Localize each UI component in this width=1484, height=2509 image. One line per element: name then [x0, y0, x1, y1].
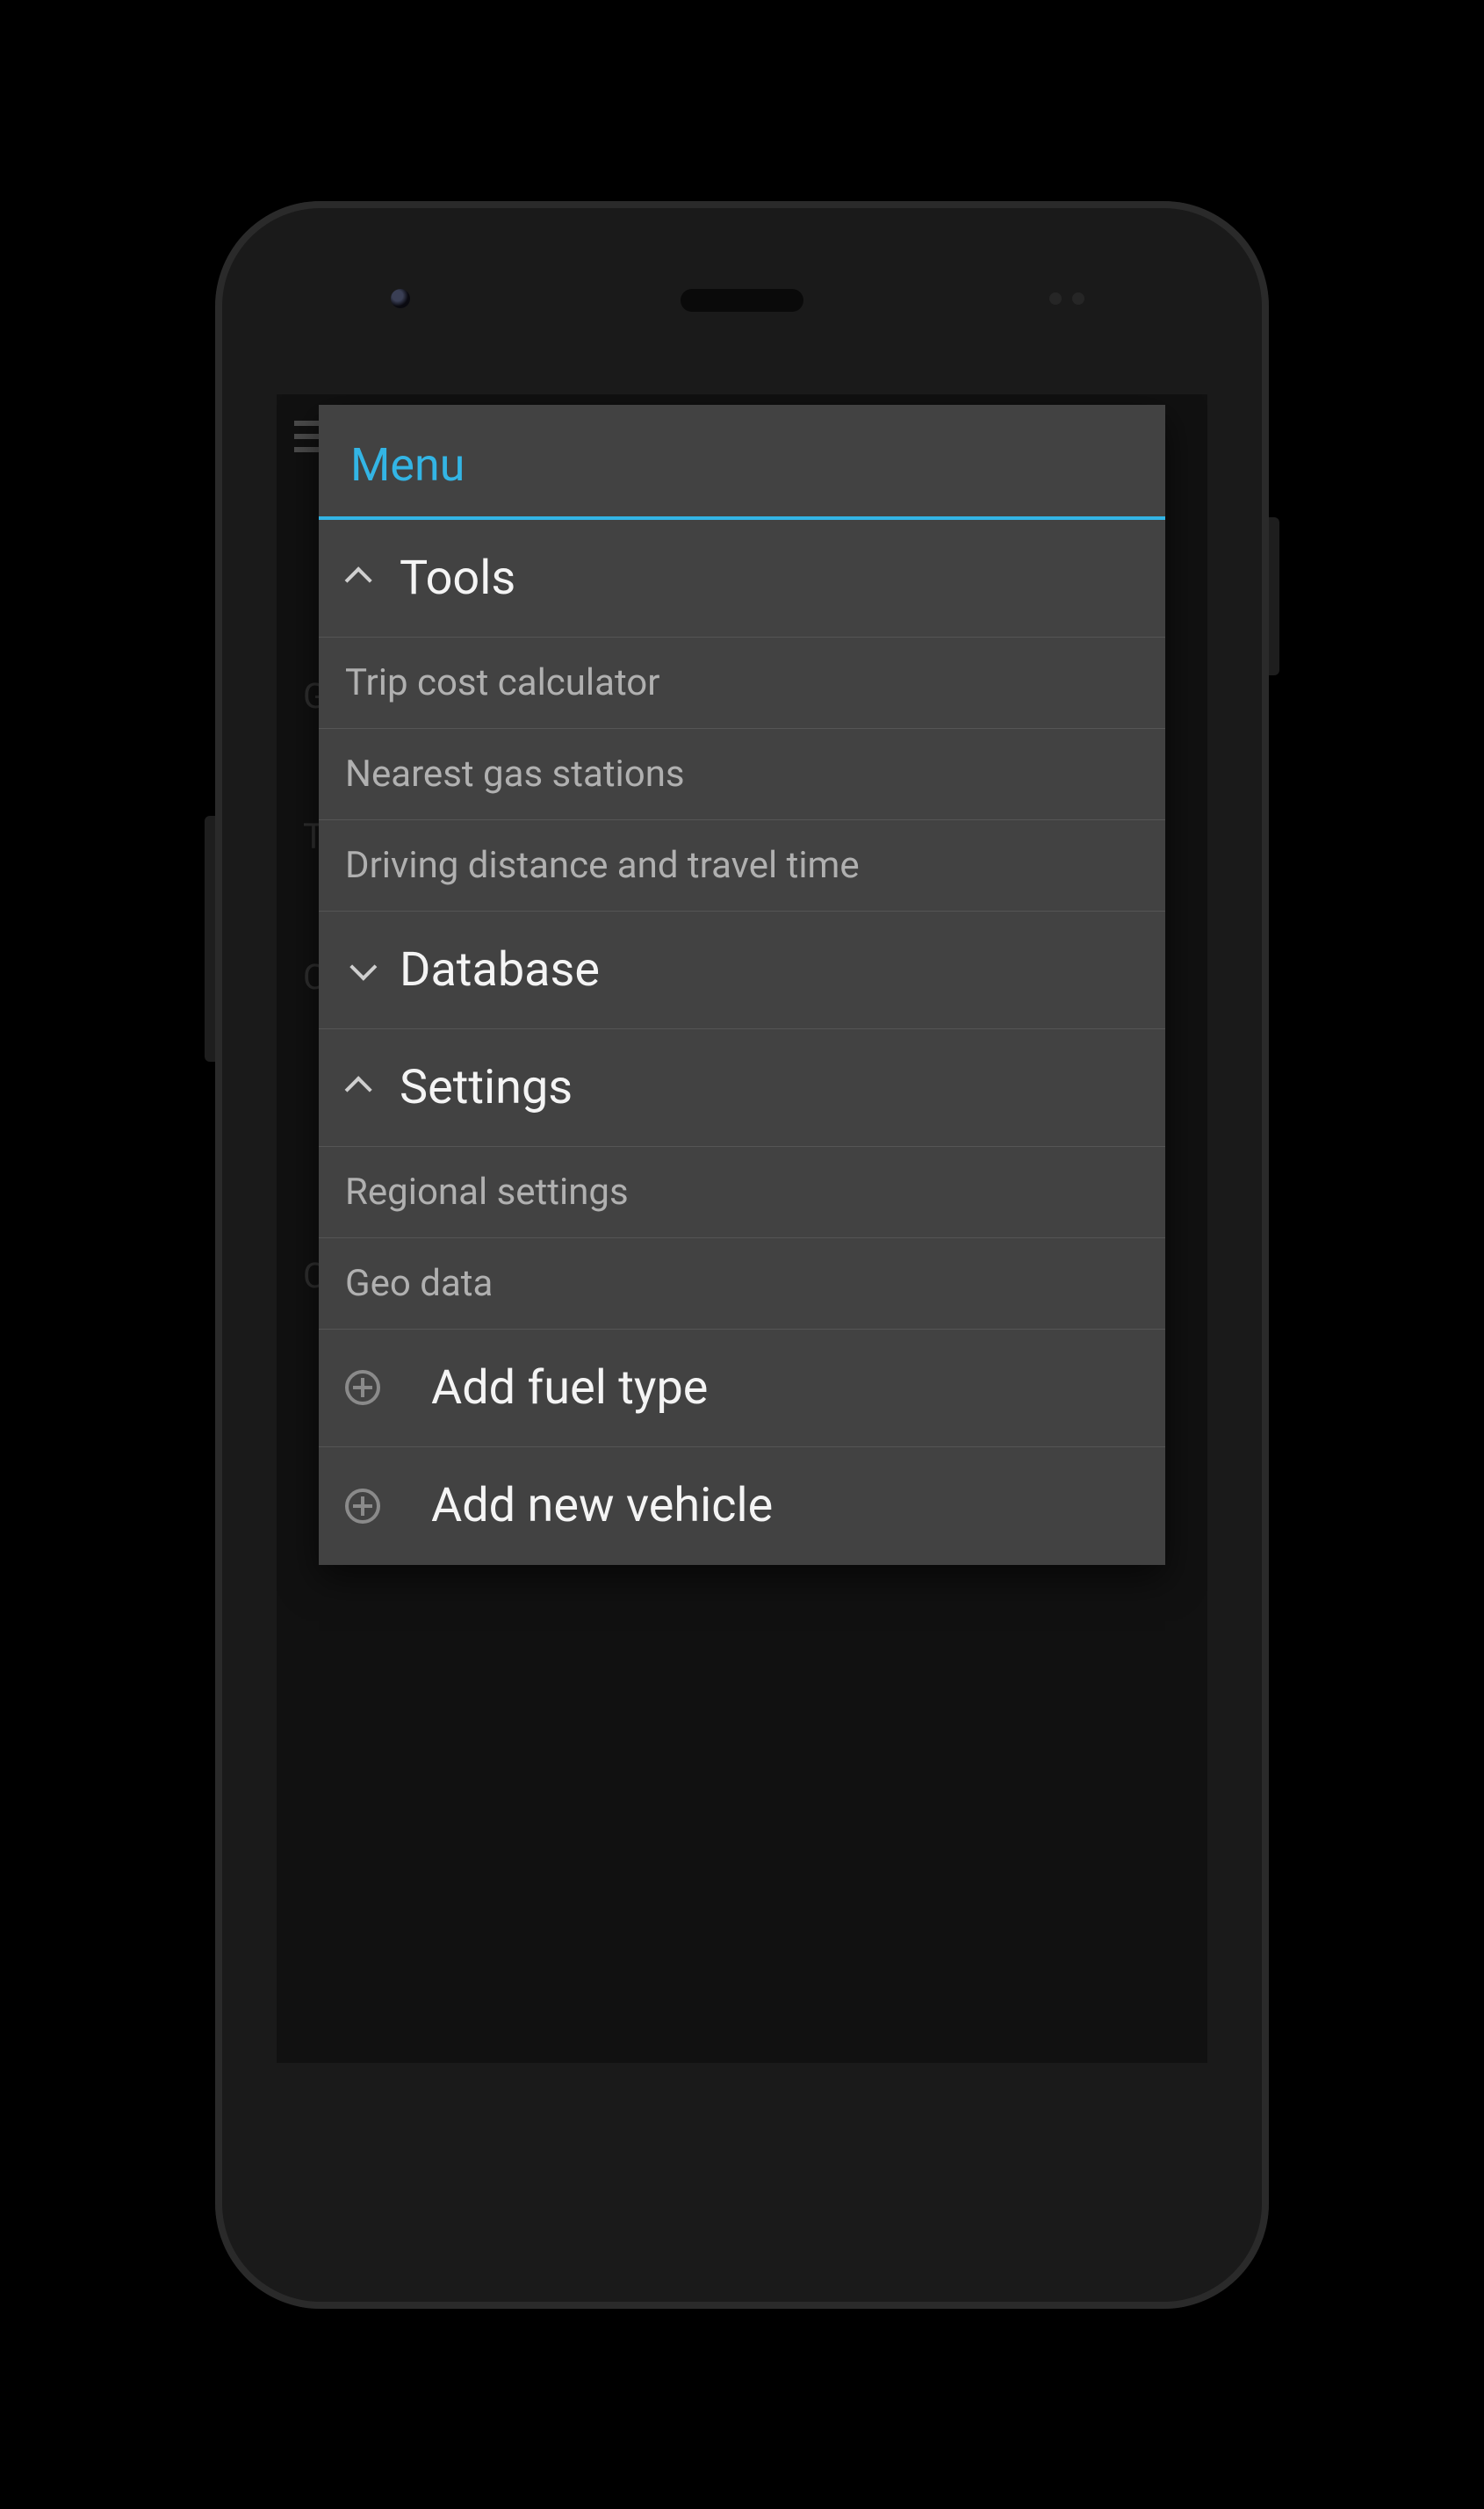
- item-label: Driving distance and travel time: [345, 844, 860, 887]
- action-add-new-vehicle[interactable]: Add new vehicle: [319, 1447, 1165, 1565]
- plus-circle-icon: [345, 1370, 380, 1405]
- sensor-dots: [1049, 292, 1093, 306]
- section-tools[interactable]: Tools: [319, 520, 1165, 638]
- item-regional-settings[interactable]: Regional settings: [319, 1147, 1165, 1238]
- phone-frame: G T C C Menu Tools Trip cost calculator …: [215, 201, 1269, 2309]
- item-driving-distance[interactable]: Driving distance and travel time: [319, 820, 1165, 912]
- action-label: Add new vehicle: [431, 1478, 773, 1533]
- section-settings[interactable]: Settings: [319, 1029, 1165, 1147]
- menu-header: Menu: [319, 405, 1165, 520]
- plus-circle-icon: [345, 1489, 380, 1524]
- action-label: Add fuel type: [431, 1360, 708, 1416]
- section-label: Database: [400, 942, 600, 998]
- item-nearest-gas-stations[interactable]: Nearest gas stations: [319, 729, 1165, 820]
- chevron-up-icon: [345, 562, 377, 594]
- section-label: Tools: [400, 551, 515, 606]
- front-camera: [391, 289, 410, 308]
- item-geo-data[interactable]: Geo data: [319, 1238, 1165, 1330]
- item-label: Regional settings: [345, 1171, 629, 1214]
- item-trip-cost-calculator[interactable]: Trip cost calculator: [319, 638, 1165, 729]
- item-label: Trip cost calculator: [345, 661, 660, 704]
- menu-dialog: Menu Tools Trip cost calculator Nearest …: [319, 405, 1165, 1565]
- section-label: Settings: [400, 1060, 573, 1115]
- section-database[interactable]: Database: [319, 912, 1165, 1029]
- chevron-down-icon: [345, 954, 377, 985]
- screen: G T C C Menu Tools Trip cost calculator …: [277, 394, 1207, 2063]
- earpiece-grill: [681, 289, 803, 312]
- chevron-up-icon: [345, 1071, 377, 1103]
- action-add-fuel-type[interactable]: Add fuel type: [319, 1330, 1165, 1447]
- item-label: Nearest gas stations: [345, 753, 685, 796]
- item-label: Geo data: [345, 1262, 493, 1305]
- menu-title: Menu: [350, 438, 1134, 492]
